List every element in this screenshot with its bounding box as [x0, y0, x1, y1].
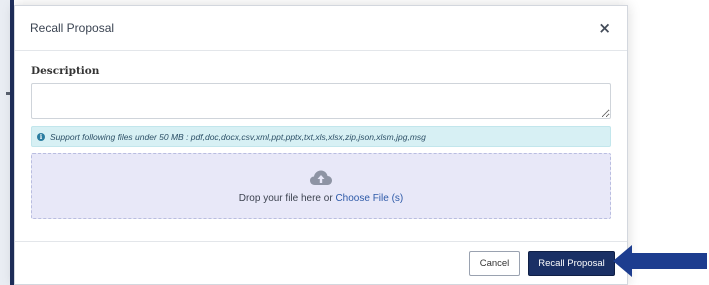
arrow-left-icon	[613, 245, 707, 277]
dropzone-prefix: Drop your file here or	[238, 192, 336, 204]
choose-file-link[interactable]: Choose File (s)	[335, 193, 403, 204]
file-dropzone[interactable]: Drop your file here or Choose File (s)	[31, 153, 611, 219]
background-mark	[6, 92, 10, 95]
dropzone-text: Drop your file here or Choose File (s)	[239, 193, 404, 204]
cancel-button[interactable]: Cancel	[469, 250, 520, 276]
info-icon: i	[37, 132, 45, 141]
cloud-upload-icon	[310, 170, 332, 185]
close-icon[interactable]: ×	[598, 20, 611, 36]
file-support-info: i Support following files under 50 MB : …	[31, 126, 611, 147]
recall-proposal-dialog: Recall Proposal × Description i Support …	[14, 5, 628, 285]
background-strip	[0, 0, 14, 285]
dialog-footer: Cancel Recall Proposal	[15, 241, 627, 284]
dialog-header: Recall Proposal ×	[15, 6, 627, 51]
description-label: Description	[31, 65, 100, 77]
recall-proposal-button[interactable]: Recall Proposal	[528, 250, 615, 276]
file-support-text: Support following files under 50 MB : pd…	[50, 131, 426, 142]
description-textarea[interactable]	[31, 83, 611, 119]
dialog-title: Recall Proposal	[30, 21, 115, 35]
dialog-body: Description i Support following files un…	[15, 51, 627, 219]
